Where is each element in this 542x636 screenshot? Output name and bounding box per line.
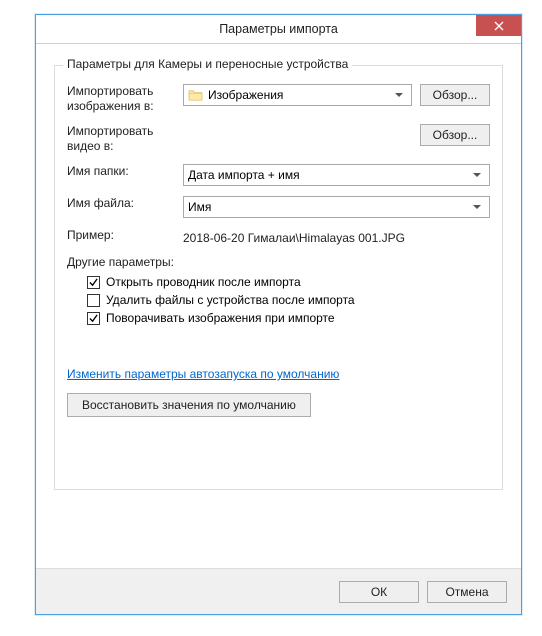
chevron-down-icon <box>391 85 407 105</box>
row-example: Пример: 2018-06-20 Гималаи\Himalayas 001… <box>67 228 490 245</box>
close-icon <box>494 21 504 31</box>
dialog-window: Параметры импорта Параметры для Камеры и… <box>35 14 522 615</box>
import-images-combo[interactable]: Изображения <box>183 84 412 106</box>
check-delete-files[interactable]: Удалить файлы с устройства после импорта <box>87 293 490 307</box>
file-name-combo[interactable]: Имя <box>183 196 490 218</box>
import-images-value: Изображения <box>208 88 391 102</box>
checkbox-rotate[interactable] <box>87 312 100 325</box>
parameters-group: Параметры для Камеры и переносные устрой… <box>54 65 503 490</box>
file-name-value: Имя <box>188 200 469 214</box>
window-title: Параметры импорта <box>36 22 521 36</box>
close-button[interactable] <box>476 15 521 36</box>
import-images-label: Импортировать изображения в: <box>67 84 175 114</box>
titlebar: Параметры импорта <box>36 15 521 44</box>
row-import-video: Импортировать видео в: Обзор... <box>67 124 490 154</box>
folder-icon <box>188 89 203 102</box>
dialog-footer: ОК Отмена <box>36 568 521 614</box>
check-open-explorer-label: Открыть проводник после импорта <box>106 275 301 289</box>
autorun-link[interactable]: Изменить параметры автозапуска по умолча… <box>67 367 339 381</box>
checkbox-delete-files[interactable] <box>87 294 100 307</box>
chevron-down-icon <box>469 165 485 185</box>
import-video-label: Импортировать видео в: <box>67 124 175 154</box>
browse-images-button[interactable]: Обзор... <box>420 84 490 106</box>
example-value: 2018-06-20 Гималаи\Himalayas 001.JPG <box>183 228 405 245</box>
other-params-label: Другие параметры: <box>67 255 490 269</box>
ok-button[interactable]: ОК <box>339 581 419 603</box>
folder-name-value: Дата импорта + имя <box>188 168 469 182</box>
check-open-explorer[interactable]: Открыть проводник после импорта <box>87 275 490 289</box>
example-label: Пример: <box>67 228 175 243</box>
row-import-images: Импортировать изображения в: Изображения… <box>67 84 490 114</box>
row-file-name: Имя файла: Имя <box>67 196 490 218</box>
chevron-down-icon <box>469 197 485 217</box>
restore-defaults-button[interactable]: Восстановить значения по умолчанию <box>67 393 311 417</box>
checkbox-open-explorer[interactable] <box>87 276 100 289</box>
group-legend: Параметры для Камеры и переносные устрой… <box>63 57 352 71</box>
cancel-button[interactable]: Отмена <box>427 581 507 603</box>
folder-name-combo[interactable]: Дата импорта + имя <box>183 164 490 186</box>
browse-video-button[interactable]: Обзор... <box>420 124 490 146</box>
check-rotate[interactable]: Поворачивать изображения при импорте <box>87 311 490 325</box>
check-rotate-label: Поворачивать изображения при импорте <box>106 311 335 325</box>
file-name-label: Имя файла: <box>67 196 175 211</box>
folder-name-label: Имя папки: <box>67 164 175 179</box>
check-delete-files-label: Удалить файлы с устройства после импорта <box>106 293 355 307</box>
row-folder-name: Имя папки: Дата импорта + имя <box>67 164 490 186</box>
dialog-body: Параметры для Камеры и переносные устрой… <box>36 44 521 490</box>
